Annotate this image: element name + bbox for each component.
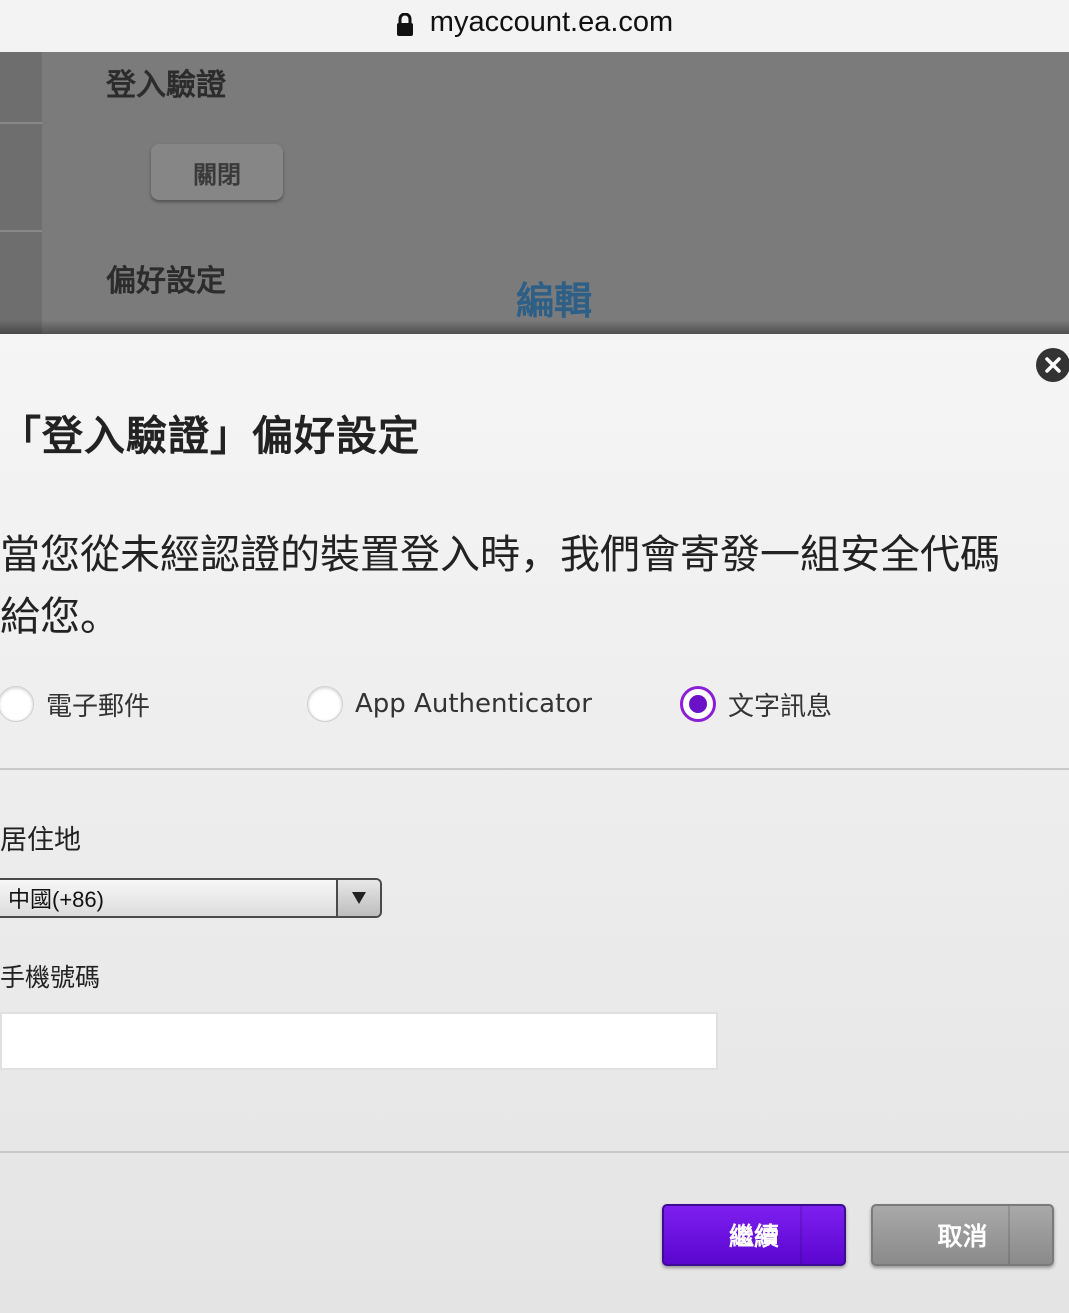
radio-button-selected[interactable]: [680, 686, 716, 722]
divider: [0, 230, 42, 232]
url-text: myaccount.ea.com: [429, 5, 674, 38]
radio-label: App Authenticator: [355, 689, 592, 719]
left-strip: [0, 52, 42, 334]
divider: [0, 768, 1069, 770]
modal-title: 「登入驗證」偏好設定: [0, 412, 420, 460]
verification-preferences-modal: 「登入驗證」偏好設定 當您從未經認證的裝置登入時，我們會寄發一組安全代碼給您。 …: [0, 334, 1069, 1313]
section-title-preferences: 偏好設定: [106, 264, 226, 299]
dropdown-arrow-icon[interactable]: [336, 880, 380, 916]
button-seam: [1008, 1206, 1010, 1264]
close-icon[interactable]: [1036, 348, 1069, 382]
continue-label: 繼續: [728, 1222, 779, 1251]
residence-value: 中國(+86): [8, 887, 104, 912]
continue-button[interactable]: 繼續: [662, 1204, 846, 1266]
verification-method-group: 電子郵件 App Authenticator 文字訊息: [0, 684, 1069, 728]
residence-label: 居住地: [0, 825, 81, 856]
modal-description: 當您從未經認證的裝置登入時，我們會寄發一組安全代碼給您。: [0, 532, 1000, 640]
cancel-label: 取消: [937, 1222, 988, 1251]
radio-app-authenticator[interactable]: App Authenticator: [307, 684, 592, 724]
modal-shadow: [0, 320, 1069, 334]
radio-label: 文字訊息: [728, 691, 833, 722]
button-seam: [800, 1206, 802, 1264]
radio-text-message[interactable]: 文字訊息: [680, 684, 832, 724]
phone-input[interactable]: [0, 1012, 718, 1070]
address-bar[interactable]: myaccount.ea.com: [0, 0, 1069, 52]
section-title-login-verification: 登入驗證: [106, 68, 226, 103]
edit-link[interactable]: 編輯: [516, 270, 592, 325]
divider: [0, 122, 42, 124]
phone-label: 手機號碼: [0, 963, 101, 992]
divider: [0, 1151, 1069, 1153]
background-page: 登入驗證 關閉 偏好設定 編輯: [0, 52, 1069, 334]
cancel-button[interactable]: 取消: [871, 1204, 1054, 1266]
lock-icon: [396, 13, 418, 39]
radio-button[interactable]: [0, 686, 34, 722]
residence-select[interactable]: 中國(+86): [0, 878, 382, 918]
radio-label: 電子郵件: [46, 691, 151, 722]
radio-button[interactable]: [307, 686, 343, 722]
radio-email[interactable]: 電子郵件: [0, 684, 150, 724]
off-button[interactable]: 關閉: [151, 144, 283, 200]
